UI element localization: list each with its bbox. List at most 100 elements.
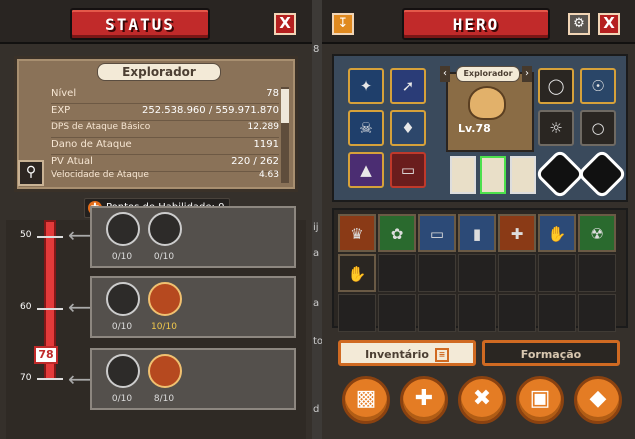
empty-slot[interactable] xyxy=(418,294,456,332)
empty-slot[interactable] xyxy=(498,294,536,332)
stats-header: Explorador xyxy=(97,63,221,81)
empty-slot[interactable] xyxy=(418,254,456,292)
chest-icon[interactable]: ▩ xyxy=(342,376,390,424)
gear-icon[interactable]: ⚙ xyxy=(568,13,590,35)
background-text: d xyxy=(313,404,320,415)
equipment-area: ✦ ➚ ☠ ♦ ▲ ▭ ‹ Explorador › Lv.78 ◯ ☉ ☼ ○ xyxy=(332,54,628,202)
skill-count: 0/10 xyxy=(153,252,175,262)
hood-equip-icon[interactable]: ▲ xyxy=(348,152,384,188)
stat-label: PV Atual xyxy=(51,156,93,167)
stat-label: Velocidade de Ataque xyxy=(51,170,149,180)
hero-avatar xyxy=(468,86,506,120)
stat-value: 252.538.960 / 559.971.870 xyxy=(142,105,279,116)
hero-name: Explorador xyxy=(456,66,520,82)
background-text: 8 xyxy=(313,44,320,55)
wand-equip-icon[interactable]: ➚ xyxy=(390,68,426,104)
skill-tree: 50 60 70 78 ⟵ ⟵ ⟵ 0/10 0/10 0/10 10/10 0… xyxy=(6,206,306,439)
crescent-skill-icon[interactable] xyxy=(106,282,140,316)
ring-slot-icon[interactable]: ○ xyxy=(580,110,616,146)
rune-slot-icon[interactable] xyxy=(576,148,628,200)
wing-skill-icon[interactable] xyxy=(106,354,140,388)
slash-skill-icon[interactable] xyxy=(148,354,182,388)
empty-slot[interactable] xyxy=(378,294,416,332)
puzzle-item-icon[interactable]: ✚ xyxy=(498,214,536,252)
leaf-item-icon[interactable]: ✿ xyxy=(378,214,416,252)
skull-armor-icon[interactable]: ☠ xyxy=(348,110,384,146)
level-label: 70 xyxy=(20,373,32,383)
inventory-grid: ♛ ✿ ▭ ▮ ✚ ✋ ☢ ✋ xyxy=(332,208,628,332)
boots-item-icon[interactable]: ▮ xyxy=(458,214,496,252)
empty-slot[interactable] xyxy=(458,254,496,292)
tab-inventory[interactable]: Inventário ≡ xyxy=(338,340,476,366)
tab-formation[interactable]: Formação xyxy=(482,340,620,366)
level-tick xyxy=(37,236,63,238)
background-text: a xyxy=(313,248,320,259)
hero-thumb-2[interactable] xyxy=(480,156,506,194)
stat-label: Nível xyxy=(51,88,77,99)
empty-slot[interactable] xyxy=(378,254,416,292)
gem-icon[interactable]: ◆ xyxy=(574,376,622,424)
rune-slot-icon[interactable] xyxy=(534,148,586,200)
staff-equip-icon[interactable]: ✦ xyxy=(348,68,384,104)
gauntlet-item-icon[interactable]: ✋ xyxy=(538,214,576,252)
gold-bar-item-icon[interactable]: ▭ xyxy=(418,214,456,252)
current-level-marker: 78 xyxy=(34,346,58,364)
stats-scroll-thumb[interactable] xyxy=(281,89,289,123)
hero-panel: ↧ HERO ⚙ X ✦ ➚ ☠ ♦ ▲ ▭ ‹ Explorador › Lv… xyxy=(322,0,635,439)
stat-value: 78 xyxy=(266,88,279,99)
skill-count: 0/10 xyxy=(111,394,133,404)
tab-label: Formação xyxy=(520,348,582,361)
empty-slot[interactable] xyxy=(458,294,496,332)
skill-count: 8/10 xyxy=(153,394,175,404)
level-label: 50 xyxy=(20,230,32,240)
hero-close-button[interactable]: X xyxy=(598,13,620,35)
skill-row-level-70: 0/10 8/10 xyxy=(90,348,296,410)
chest-armor-icon[interactable]: ♦ xyxy=(390,110,426,146)
stat-row-attack-speed: Velocidade de Ataque 4.63 xyxy=(51,169,279,185)
skill-row-level-60: 0/10 10/10 xyxy=(90,276,296,338)
stat-label: DPS de Ataque Básico xyxy=(51,122,151,132)
spiral-skill-icon[interactable] xyxy=(148,212,182,246)
glove-item-icon[interactable]: ✋ xyxy=(338,254,376,292)
hero-portrait[interactable]: ‹ Explorador › Lv.78 xyxy=(440,66,534,152)
background-text: ij xyxy=(313,222,319,233)
empty-slot[interactable] xyxy=(538,294,576,332)
hero-thumb-1[interactable] xyxy=(450,156,476,194)
stat-value: 12.289 xyxy=(247,122,280,132)
empty-slot[interactable] xyxy=(578,294,616,332)
status-title-banner: STATUS xyxy=(70,8,210,40)
boots-equip-icon[interactable]: ▭ xyxy=(390,152,426,188)
magnifier-icon[interactable]: ⚲ xyxy=(18,160,44,186)
stat-value: 1191 xyxy=(253,139,279,150)
cross-icon[interactable]: ✚ xyxy=(400,376,448,424)
ring-equip-icon[interactable]: ◯ xyxy=(538,68,574,104)
amulet-equip-icon[interactable]: ☉ xyxy=(580,68,616,104)
empty-slot[interactable] xyxy=(498,254,536,292)
hero-thumb-3[interactable] xyxy=(510,156,536,194)
download-icon[interactable]: ↧ xyxy=(332,13,354,35)
empty-slot[interactable] xyxy=(338,294,376,332)
chevron-right-icon[interactable]: › xyxy=(522,66,532,82)
background-text: a xyxy=(313,298,320,309)
status-close-button[interactable]: X xyxy=(274,13,296,35)
stat-value: 220 / 262 xyxy=(231,156,279,167)
stat-value: 4.63 xyxy=(258,170,279,180)
armor-item-icon[interactable]: ☢ xyxy=(578,214,616,252)
hero-title: HERO xyxy=(452,15,500,34)
skill-row-level-50: 0/10 0/10 xyxy=(90,206,296,268)
relic-slot-icon[interactable]: ☼ xyxy=(538,110,574,146)
status-titlebar: STATUS X xyxy=(0,0,312,44)
helmet-item-icon[interactable]: ♛ xyxy=(338,214,376,252)
stat-row-attack: Dano de Ataque 1191 xyxy=(51,138,279,154)
hero-titlebar: ↧ HERO ⚙ X xyxy=(322,0,635,44)
empty-slot[interactable] xyxy=(578,254,616,292)
stat-row-dps: DPS de Ataque Básico 12.289 xyxy=(51,121,279,137)
boots-skill-icon[interactable] xyxy=(106,212,140,246)
level-label: 60 xyxy=(20,302,32,312)
stat-label: EXP xyxy=(51,105,71,116)
chevron-left-icon[interactable]: ‹ xyxy=(440,66,450,82)
fire-swirl-skill-icon[interactable] xyxy=(148,282,182,316)
rune-icon[interactable]: ✖ xyxy=(458,376,506,424)
empty-slot[interactable] xyxy=(538,254,576,292)
box-icon[interactable]: ▣ xyxy=(516,376,564,424)
